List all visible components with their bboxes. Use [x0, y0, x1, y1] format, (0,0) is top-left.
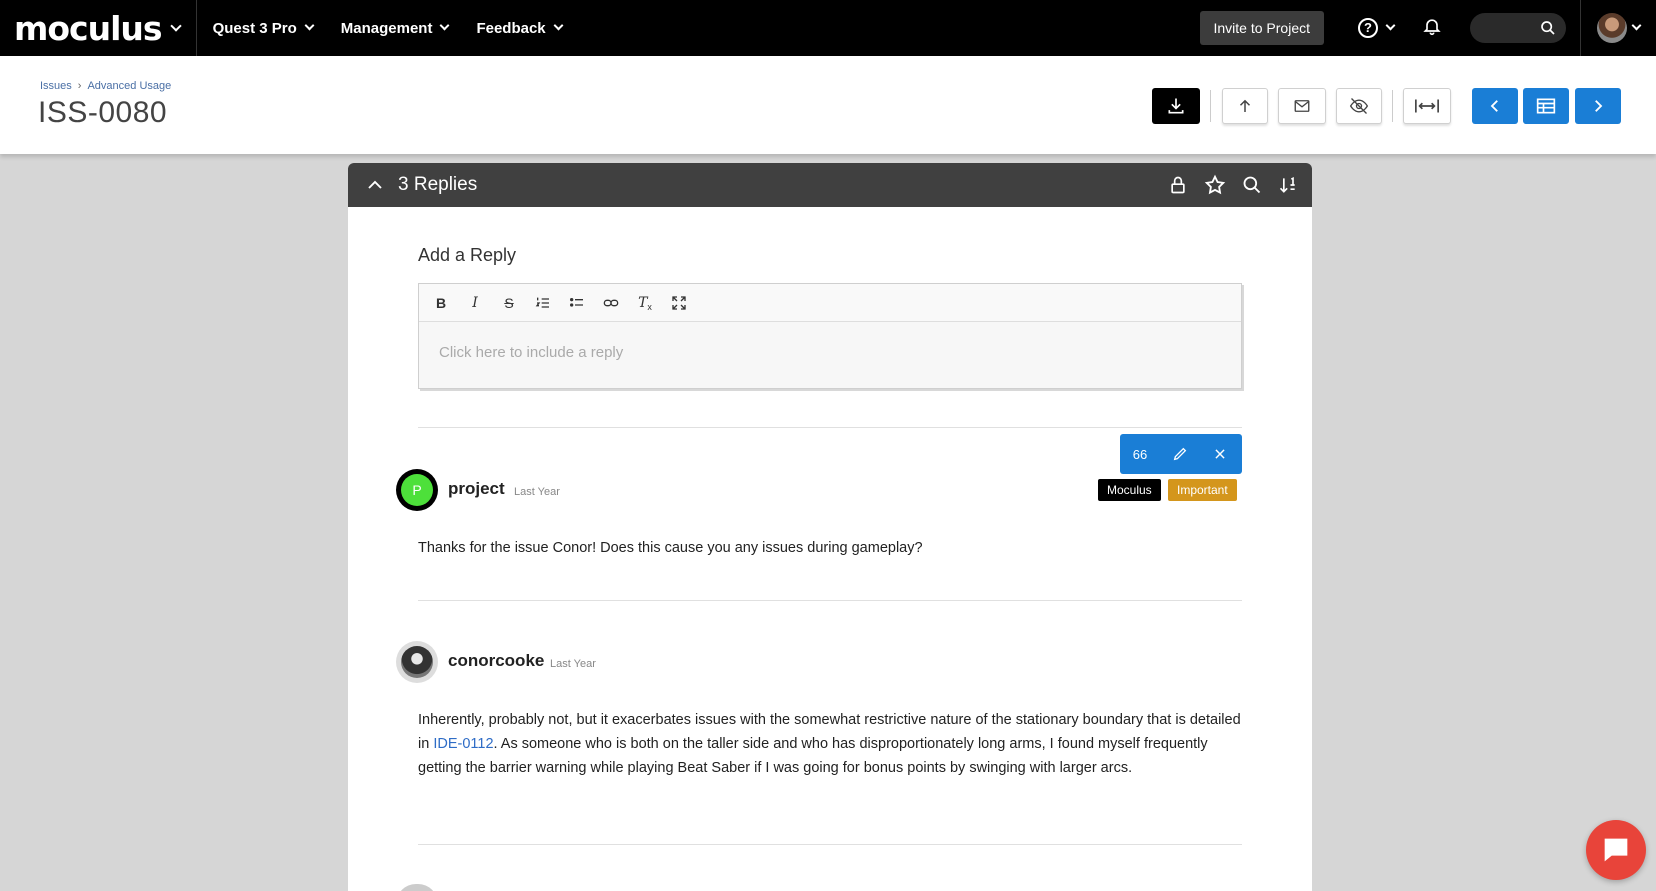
italic-icon[interactable]: I [465, 293, 485, 313]
table-icon [1536, 98, 1556, 114]
chat-support-button[interactable] [1586, 820, 1646, 880]
nav-quest-3-pro[interactable]: Quest 3 Pro [212, 19, 315, 37]
lock-icon[interactable] [1168, 175, 1188, 195]
breadcrumb-advanced-usage[interactable]: Advanced Usage [87, 80, 171, 92]
bullet-list-icon[interactable] [567, 293, 587, 313]
close-icon[interactable] [1200, 447, 1240, 461]
reply-text-part: . As someone who is both on the taller s… [418, 736, 1208, 776]
nav-management[interactable]: Management [340, 19, 450, 37]
reply-username[interactable]: conorcooke [448, 651, 544, 671]
chevron-right-icon [1595, 100, 1603, 112]
page-title: ISS-0080 [38, 96, 168, 129]
hide-button[interactable] [1336, 88, 1382, 124]
invite-to-project-button[interactable]: Invite to Project [1199, 11, 1324, 45]
star-icon[interactable] [1204, 174, 1226, 196]
arrow-up-icon [1239, 99, 1251, 112]
breadcrumb-issues[interactable]: Issues [40, 80, 72, 92]
help-menu[interactable]: ? [1358, 18, 1396, 38]
bold-icon[interactable]: B [431, 293, 451, 313]
chat-bubble-icon [1604, 838, 1628, 862]
replies-title: 3 Replies [398, 174, 478, 195]
strikethrough-icon[interactable]: S [499, 293, 519, 313]
add-reply-heading: Add a Reply [418, 245, 517, 265]
chevron-down-icon [553, 20, 564, 31]
divider [418, 844, 1242, 845]
avatar[interactable] [396, 641, 438, 683]
avatar-letter: P [401, 474, 433, 506]
eye-off-icon [1349, 98, 1369, 114]
email-button[interactable] [1278, 88, 1326, 124]
nav-label: Feedback [476, 19, 546, 37]
expand-horizontal-icon [1415, 99, 1439, 113]
upload-button[interactable] [1222, 88, 1268, 124]
chevron-down-icon [1631, 20, 1642, 31]
search-icon [1541, 21, 1555, 35]
reply-text: Inherently, probably not, but it exacerb… [418, 708, 1244, 780]
edit-pencil-icon[interactable] [1160, 446, 1200, 462]
reply-time: Last Year [514, 486, 560, 498]
notifications-bell-icon[interactable] [1422, 16, 1442, 41]
nav-label: Quest 3 Pro [212, 19, 297, 37]
reply-action-bar: 66 [1120, 434, 1242, 474]
tag-moculus[interactable]: Moculus [1098, 479, 1161, 501]
search-input[interactable] [1470, 13, 1566, 43]
chevron-right-icon: › [77, 80, 82, 92]
brand-menu[interactable]: moculus [0, 0, 197, 56]
search-icon[interactable] [1242, 175, 1262, 195]
reply-text: Thanks for the issue Conor! Does this ca… [418, 540, 923, 556]
link-icon[interactable] [601, 293, 621, 313]
issue-header: Issues › Advanced Usage ISS-0080 [0, 56, 1656, 154]
download-button[interactable] [1152, 88, 1200, 124]
brand-logo: moculus [14, 8, 163, 48]
reply-count-badge: 66 [1132, 446, 1148, 462]
clear-format-icon[interactable]: Tx [635, 293, 655, 313]
collapse-chevron-up-icon[interactable] [366, 178, 384, 192]
avatar[interactable]: P [396, 469, 438, 511]
avatar-photo [401, 646, 433, 678]
nav-label: Management [340, 19, 433, 37]
issue-link[interactable]: IDE-0112 [433, 736, 493, 752]
download-icon [1168, 98, 1184, 114]
ordered-list-icon[interactable] [533, 293, 553, 313]
chevron-down-icon [1385, 20, 1396, 31]
next-button[interactable] [1575, 88, 1621, 124]
chevron-down-icon [304, 20, 315, 31]
reply-time: Last Year [550, 658, 596, 670]
replies-panel: 3 Replies Add a Reply B I S Tx Click her… [348, 163, 1312, 891]
avatar [1597, 13, 1627, 43]
breadcrumb: Issues › Advanced Usage [40, 80, 171, 92]
chevron-left-icon [1490, 100, 1498, 112]
chevron-down-icon [440, 20, 450, 31]
divider [418, 600, 1242, 601]
mail-icon [1294, 100, 1310, 112]
nav-feedback[interactable]: Feedback [476, 19, 564, 37]
expand-width-button[interactable] [1403, 88, 1451, 124]
editor-toolbar: B I S Tx [419, 284, 1241, 322]
chevron-down-icon [169, 19, 182, 32]
help-icon: ? [1358, 18, 1378, 38]
top-navbar: moculus Quest 3 Pro Management Feedback … [0, 0, 1656, 56]
previous-button[interactable] [1472, 88, 1518, 124]
replies-panel-header: 3 Replies [348, 163, 1312, 207]
user-avatar-menu[interactable] [1580, 0, 1656, 56]
reply-username[interactable]: project [448, 479, 505, 499]
sort-icon[interactable] [1278, 175, 1298, 195]
reply-editor[interactable]: B I S Tx Click here to include a reply [418, 283, 1242, 389]
tag-important[interactable]: Important [1168, 479, 1237, 501]
table-view-button[interactable] [1523, 88, 1569, 124]
fullscreen-icon[interactable] [669, 293, 689, 313]
reply-input-placeholder[interactable]: Click here to include a reply [419, 322, 1241, 383]
divider [418, 427, 1242, 428]
